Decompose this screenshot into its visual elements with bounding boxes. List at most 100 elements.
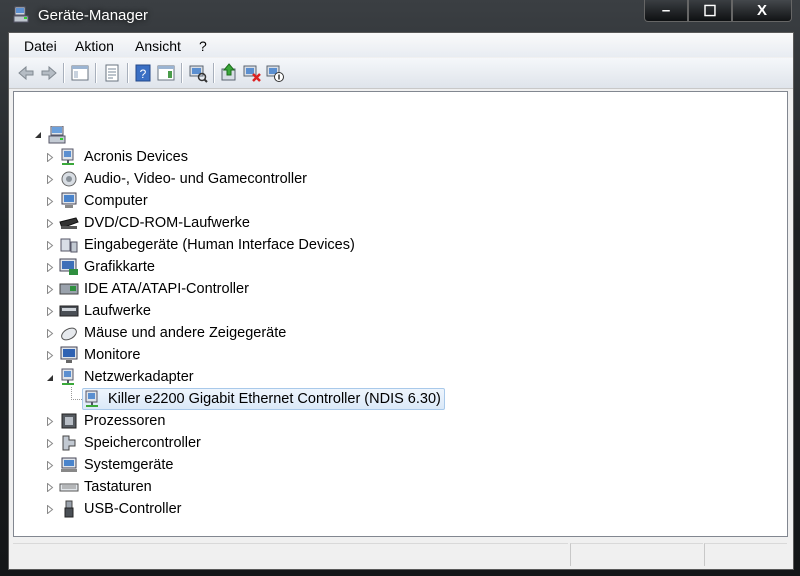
tree-category[interactable]: Speichercontroller <box>59 433 201 453</box>
expand-arrow-icon[interactable] <box>46 461 54 470</box>
show-hide-console-tree-icon[interactable] <box>70 63 90 83</box>
tree-category-label: Netzwerkadapter <box>84 369 194 385</box>
keyboard-icon <box>59 483 79 492</box>
tree-category-label: Grafikkarte <box>84 259 155 275</box>
tree-category[interactable]: DVD/CD-ROM-Laufwerke <box>59 213 250 233</box>
expand-arrow-icon[interactable] <box>46 241 54 250</box>
tree-category[interactable]: Monitore <box>59 345 140 365</box>
system-device-icon <box>61 457 77 472</box>
menu-datei[interactable]: Datei <box>24 38 57 54</box>
status-panel <box>570 543 703 566</box>
expand-arrow-icon[interactable] <box>46 417 54 426</box>
uninstall-device-icon[interactable] <box>242 63 262 83</box>
tree-category-label: Acronis Devices <box>84 149 188 165</box>
expand-arrow-icon[interactable] <box>46 329 54 338</box>
toolbar-separator <box>63 63 65 83</box>
tree-category-label: USB-Controller <box>84 501 182 517</box>
disable-device-icon[interactable] <box>265 63 285 83</box>
expand-arrow-icon[interactable] <box>46 483 54 492</box>
tree-category[interactable]: Netzwerkadapter <box>59 367 194 387</box>
tree-category[interactable]: IDE ATA/ATAPI-Controller <box>59 279 249 299</box>
show-action-pane-icon[interactable] <box>156 63 176 83</box>
expand-arrow-icon[interactable] <box>46 439 54 448</box>
tree-root-computer[interactable] <box>47 125 72 145</box>
title-bar[interactable]: Geräte-Manager – ☐ X <box>0 0 800 32</box>
tree-category[interactable]: Acronis Devices <box>59 147 188 167</box>
svg-text:?: ? <box>140 67 147 81</box>
tree-category-label: DVD/CD-ROM-Laufwerke <box>84 215 250 231</box>
tree-category[interactable]: Laufwerke <box>59 301 151 321</box>
expand-arrow-icon[interactable] <box>46 153 54 162</box>
display-adapter-icon <box>59 258 78 275</box>
close-button[interactable]: X <box>732 0 792 22</box>
client-area: Datei Aktion Ansicht ? ? Acronis Devices… <box>8 32 794 570</box>
forward-icon[interactable] <box>39 63 59 83</box>
tree-category[interactable]: USB-Controller <box>59 499 182 519</box>
computer-root-icon <box>48 126 66 144</box>
network-device-icon <box>61 148 74 165</box>
back-icon[interactable] <box>16 63 36 83</box>
usb-icon <box>64 500 74 518</box>
menu-help[interactable]: ? <box>199 38 207 54</box>
expand-arrow-icon[interactable] <box>46 351 54 360</box>
tree-category[interactable]: Systemgeräte <box>59 455 173 475</box>
tree-category[interactable]: Audio-, Video- und Gamecontroller <box>59 169 307 189</box>
expand-arrow-icon[interactable] <box>46 307 54 316</box>
tree-category-label: Computer <box>84 193 148 209</box>
toolbar-separator <box>213 63 215 83</box>
mouse-icon <box>61 327 77 341</box>
expand-arrow-icon[interactable] <box>46 175 54 184</box>
help-icon[interactable]: ? <box>133 63 153 83</box>
toolbar: ? <box>9 58 793 89</box>
toolbar-separator <box>181 63 183 83</box>
computer-icon <box>61 192 77 208</box>
disk-drive-icon <box>59 305 79 317</box>
tree-category-label: Systemgeräte <box>84 457 174 473</box>
menu-ansicht[interactable]: Ansicht <box>135 38 181 54</box>
update-driver-icon[interactable] <box>219 63 239 83</box>
tree-category-label: Prozessoren <box>84 413 166 429</box>
tree-category[interactable]: Mäuse und andere Zeigegeräte <box>59 323 286 343</box>
toolbar-separator <box>127 63 129 83</box>
expand-arrow-icon[interactable] <box>46 285 54 294</box>
tree-category-label: IDE ATA/ATAPI-Controller <box>84 281 249 297</box>
maximize-button[interactable]: ☐ <box>688 0 732 22</box>
network-adapter-icon <box>85 390 98 407</box>
tree-category-label: Monitore <box>84 347 141 363</box>
tree-category-label: Eingabegeräte (Human Interface Devices) <box>84 237 355 253</box>
expand-arrow-icon[interactable] <box>46 505 54 514</box>
dvd-drive-icon <box>59 217 79 229</box>
tree-category[interactable]: Grafikkarte <box>59 257 155 277</box>
status-panel <box>13 543 568 566</box>
tree-category[interactable]: Prozessoren <box>59 411 165 431</box>
toolbar-separator <box>95 63 97 83</box>
menu-bar: Datei Aktion Ansicht ? <box>9 33 793 57</box>
speaker-icon <box>61 171 77 187</box>
minimize-button[interactable]: – <box>644 0 688 22</box>
processor-icon <box>61 413 77 429</box>
device-tree[interactable]: Acronis Devices Audio-, Video- und Gameco… <box>13 91 788 537</box>
device-manager-app-icon <box>13 6 29 23</box>
window-title: Geräte-Manager <box>38 7 149 24</box>
menu-aktion[interactable]: Aktion <box>75 38 114 54</box>
tree-device-item[interactable]: Killer e2200 Gigabit Ethernet Controller… <box>82 388 445 410</box>
tree-category[interactable]: Tastaturen <box>59 477 152 497</box>
tree-category-label: Laufwerke <box>84 303 151 319</box>
tree-category-label: Audio-, Video- und Gamecontroller <box>84 171 307 187</box>
expand-arrow-icon[interactable] <box>46 219 54 228</box>
hid-icon <box>60 238 78 253</box>
tree-category-label: Mäuse und andere Zeigegeräte <box>84 325 287 341</box>
tree-category[interactable]: Computer <box>59 191 148 211</box>
expand-arrow-icon[interactable] <box>46 263 54 272</box>
network-adapter-icon <box>61 368 74 385</box>
status-bar <box>13 541 787 567</box>
tree-category-label: Speichercontroller <box>84 435 201 451</box>
collapse-arrow-icon[interactable] <box>46 373 54 382</box>
properties-icon[interactable] <box>102 63 122 83</box>
tree-category[interactable]: Eingabegeräte (Human Interface Devices) <box>59 235 355 255</box>
tree-device-label: Killer e2200 Gigabit Ethernet Controller… <box>108 391 441 407</box>
expand-arrow-icon[interactable] <box>46 197 54 206</box>
scan-hardware-icon[interactable] <box>188 63 208 83</box>
device-manager-window: Geräte-Manager – ☐ X Datei Aktion Ansich… <box>0 0 800 576</box>
collapse-arrow-icon[interactable] <box>34 130 42 139</box>
